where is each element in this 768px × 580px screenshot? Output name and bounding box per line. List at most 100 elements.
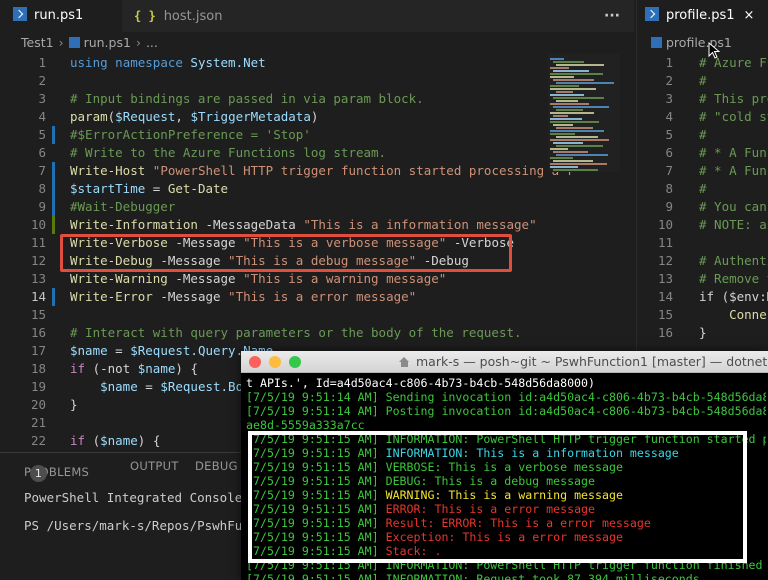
line-number: 16 (657, 325, 673, 340)
code-line[interactable]: 10 Write-Information -MessageData "This i… (0, 216, 634, 234)
line-number: 4 (38, 109, 46, 124)
code-text: # (699, 127, 707, 142)
breadcrumb-more[interactable]: ... (146, 35, 158, 50)
more-actions-button[interactable]: ··· (604, 0, 632, 32)
git-gutter-marker[interactable] (52, 288, 55, 306)
git-gutter-marker[interactable] (52, 216, 55, 234)
line-number: 2 (665, 73, 673, 88)
git-gutter-marker[interactable] (52, 126, 55, 144)
code-line[interactable]: 9 #Wait-Debugger (0, 198, 634, 216)
tab-output[interactable]: OUTPUT (130, 459, 179, 473)
tab-host-json[interactable]: { } host.json (122, 0, 262, 32)
tab-run-ps1[interactable]: run.ps1 (0, 0, 122, 32)
code-line[interactable]: 16 # Interact with query parameters or th… (0, 324, 634, 342)
line-number: 12 (657, 253, 673, 268)
chevron-right-icon: › (135, 35, 141, 50)
code-line[interactable]: 13 Write-Warning -Message "This is a warn… (0, 270, 634, 288)
line-number: 8 (38, 181, 46, 196)
tab-profile-ps1[interactable]: profile.ps1 × (637, 0, 768, 32)
line-number: 4 (665, 109, 673, 124)
code-line[interactable]: 2 # (637, 72, 768, 90)
minimap-line (553, 115, 568, 117)
code-text: # Remove this if you are not planning on… (699, 271, 768, 286)
code-line[interactable]: 5 #$ErrorActionPreference = 'Stop' (0, 126, 634, 144)
code-line[interactable]: 3 # Input bindings are passed in via para… (0, 90, 634, 108)
code-text: $startTime = Get-Date (70, 181, 229, 196)
code-line[interactable]: 4 # "cold start" of your Function App. (637, 108, 768, 126)
code-line[interactable]: 3 # This profile.ps1 will get executed ev… (637, 90, 768, 108)
minimap-line (550, 94, 584, 96)
git-gutter-marker[interactable] (52, 180, 55, 198)
minimize-window-button[interactable] (269, 356, 281, 368)
git-gutter-marker[interactable] (52, 162, 55, 180)
line-number: 1 (665, 55, 673, 70)
code-line[interactable]: 10 # NOTE: any variables defined that are… (637, 216, 768, 234)
minimap-line (553, 124, 573, 126)
minimap-line (553, 142, 583, 144)
code-line[interactable]: 16} (637, 324, 768, 342)
code-line[interactable]: 5 # (637, 126, 768, 144)
minimap[interactable] (548, 54, 620, 172)
git-gutter-marker[interactable] (52, 198, 55, 216)
tab-label: profile.ps1 (666, 8, 735, 23)
tab-label: run.ps1 (34, 8, 84, 23)
line-number: 14 (30, 289, 46, 304)
minimap-line (550, 76, 574, 78)
close-icon[interactable]: × (744, 8, 755, 23)
minimap-line (550, 133, 575, 135)
minimap-line (550, 139, 609, 141)
line-number: 14 (657, 289, 673, 304)
line-number: 13 (657, 271, 673, 286)
console-prompt[interactable]: PS /Users/mark-s/Repos/PswhFunc (24, 518, 257, 533)
code-text: if ($env:MSI_SECRET) { (699, 289, 768, 304)
line-number: 15 (30, 307, 46, 322)
code-line[interactable]: 9 # You can define helper functions, run … (637, 198, 768, 216)
code-line[interactable]: 8 $startTime = Get-Date (0, 180, 634, 198)
code-line[interactable]: 1 using namespace System.Net (0, 54, 634, 72)
breadcrumb-file[interactable]: run.ps1 (84, 35, 131, 50)
code-line[interactable]: 2 (0, 72, 634, 90)
code-line[interactable]: 15 Connect-AzAccount -Identity (637, 306, 768, 324)
minimap-line (556, 127, 593, 129)
breadcrumb-folder[interactable]: Test1 (21, 35, 54, 50)
code-line[interactable]: 11 (637, 234, 768, 252)
breadcrumb-file[interactable]: profile.ps1 (666, 35, 732, 50)
code-line[interactable]: 12 # Authenticate with Azure PowerShell u… (637, 252, 768, 270)
minimap-line (556, 64, 604, 66)
code-text: Connect-AzAccount -Identity (729, 307, 768, 322)
code-line[interactable]: 4 param($Request, $TriggerMetadata) (0, 108, 634, 126)
code-line[interactable]: 1# Azure Functions profile.ps1 (637, 54, 768, 72)
close-window-button[interactable] (249, 356, 261, 368)
code-line[interactable]: 14 Write-Error -Message "This is a error … (0, 288, 634, 306)
code-line[interactable]: 6 # Write to the Azure Functions log stre… (0, 144, 634, 162)
code-text: # (699, 181, 707, 196)
line-number: 6 (38, 145, 46, 160)
line-number: 7 (38, 163, 46, 178)
terminal-title-bar: mark-s — posh~git ~ PswhFunction1 [maste… (241, 351, 768, 373)
code-text: Write-Error -Message "This is a error me… (70, 289, 417, 304)
line-number: 1 (38, 55, 46, 70)
code-text: } (699, 325, 707, 340)
code-line[interactable]: 7 Write-Host "PowerShell HTTP trigger fun… (0, 162, 634, 180)
maximize-window-button[interactable] (289, 356, 301, 368)
minimap-line (550, 121, 599, 123)
minimap-line (553, 70, 589, 72)
minimap-line (553, 97, 604, 99)
code-line[interactable]: 14 if ($env:MSI_SECRET) { (637, 288, 768, 306)
console-title: PowerShell Integrated Console (24, 490, 243, 505)
code-line[interactable]: 7 # * A Function App starts up after bein… (637, 162, 768, 180)
code-text: # * A Function App starts up for the fir… (699, 145, 768, 160)
home-icon (399, 357, 410, 367)
line-number: 16 (30, 325, 46, 340)
code-line[interactable]: 15 (0, 306, 634, 324)
code-line[interactable]: 6 # * A Function App starts up for the fi… (637, 144, 768, 162)
code-line[interactable]: 13 # Remove this if you are not planning … (637, 270, 768, 288)
line-number: 5 (38, 127, 46, 142)
minimap-line (553, 160, 593, 162)
code-line[interactable]: 8 # (637, 180, 768, 198)
minimap-line (550, 112, 594, 114)
line-number: 5 (665, 127, 673, 142)
line-number: 10 (30, 217, 46, 232)
editor-tab-bar-right: profile.ps1 × (637, 0, 768, 32)
terminal-line: ae8d-5559a333a7cc (246, 418, 365, 432)
